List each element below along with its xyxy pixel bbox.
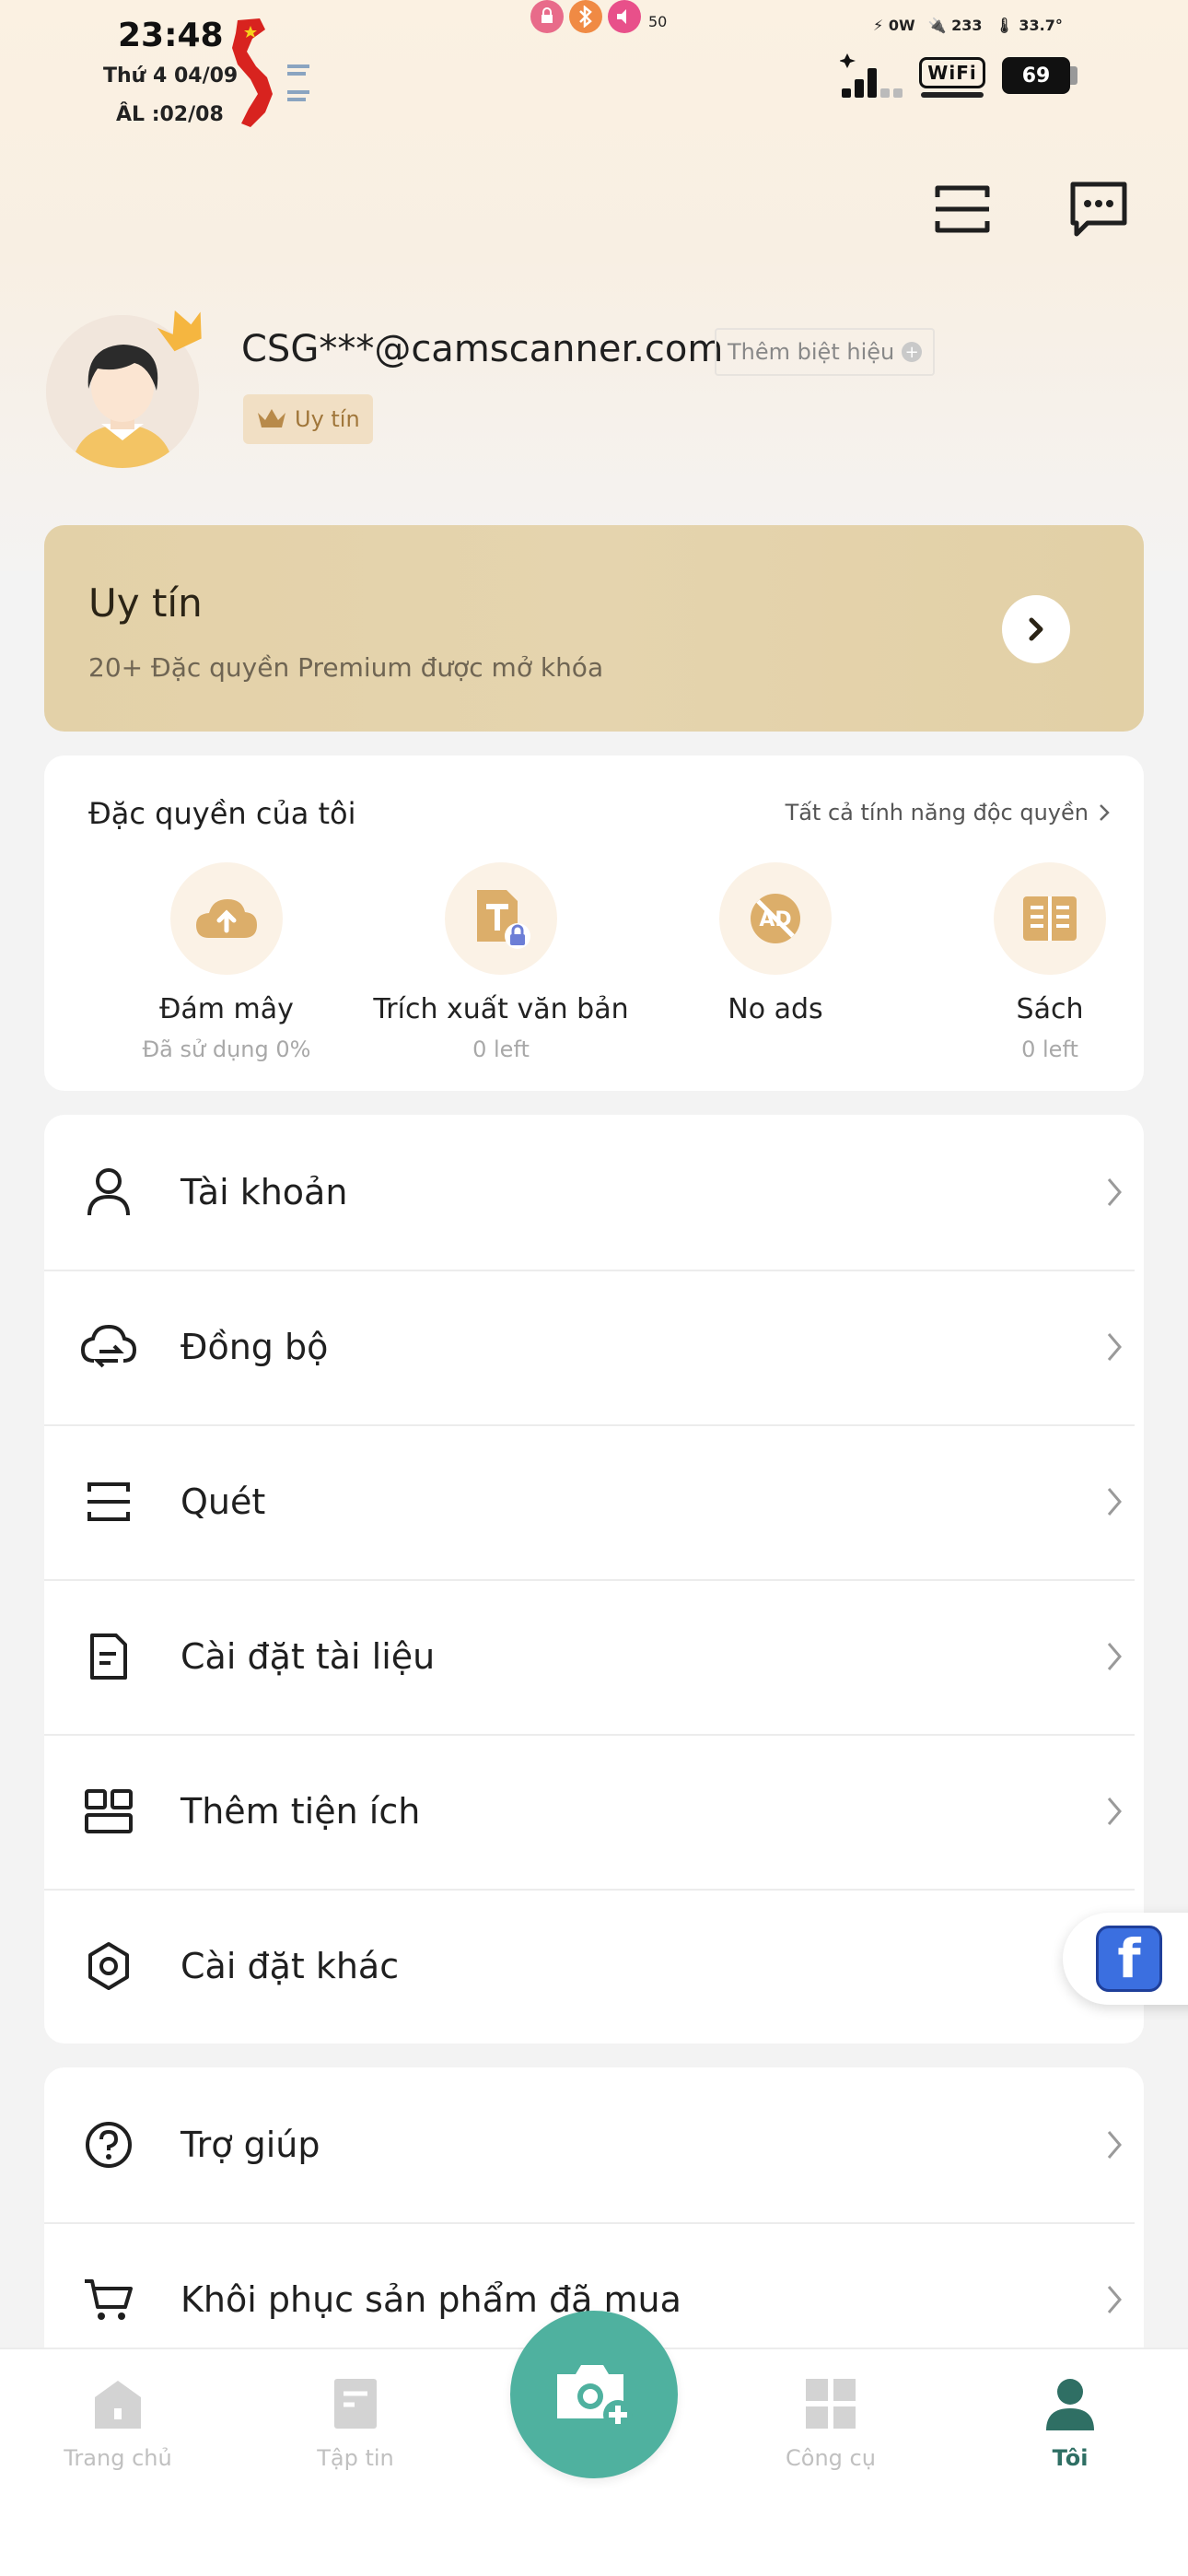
book-icon: [994, 862, 1106, 975]
tab-home[interactable]: Trang chủ: [26, 2377, 210, 2471]
privilege-text-extract[interactable]: Trích xuất văn bản 0 left: [363, 862, 639, 1062]
tab-files[interactable]: Tập tin: [263, 2377, 448, 2471]
menu-item-document-settings[interactable]: Cài đặt tài liệu: [44, 1579, 1144, 1734]
badge-label: Uy tín: [295, 406, 360, 432]
facebook-float-button[interactable]: f: [1063, 1913, 1188, 2005]
messages-button[interactable]: [1065, 175, 1133, 243]
settings-menu: Tài khoản Đồng bộ Quét Cài đặt tài liệu …: [44, 1115, 1144, 2043]
chevron-right-icon: [1096, 1483, 1133, 1520]
nickname-label: Thêm biệt hiệu: [728, 339, 895, 365]
privilege-no-ads[interactable]: AD No ads: [637, 862, 914, 1036]
wifi-indicator: WiFi: [919, 57, 985, 88]
battery-tip: [1070, 66, 1077, 85]
menu-item-other-settings[interactable]: Cài đặt khác: [44, 1889, 1144, 2043]
tab-me[interactable]: Tôi: [978, 2377, 1162, 2471]
chevron-right-icon: [1029, 617, 1043, 641]
status-lunar-date: ÂL :02/08: [116, 103, 224, 126]
message-icon: [1070, 181, 1127, 237]
facebook-icon: f: [1096, 1926, 1162, 1992]
menu-item-account[interactable]: Tài khoản: [44, 1115, 1144, 1270]
camera-capture-button[interactable]: [510, 2311, 678, 2478]
vietnam-map-icon: [232, 18, 273, 127]
chevron-right-icon: [1096, 1793, 1133, 1830]
chevron-right-icon: [1096, 2126, 1133, 2163]
status-time: 23:48: [118, 17, 224, 54]
signal-icon: [840, 53, 903, 98]
document-icon: [81, 1629, 136, 1684]
temperature-readout: 🌡 33.7°: [995, 17, 1063, 34]
status-bar: 23:48 Thứ 4 04/09 ÂL :02/08 50 ⚡ 0W 🔌 23…: [0, 0, 1188, 147]
status-badge: Uy tín: [243, 394, 373, 444]
chevron-right-icon: [1096, 1174, 1133, 1211]
battery-indicator: 69: [1002, 57, 1070, 94]
crown-badge-icon: [258, 409, 285, 427]
gear-icon: [81, 1938, 136, 1994]
status-power-info: ⚡ 0W 🔌 233 🌡 33.7°: [873, 17, 1063, 34]
tools-grid-icon: [806, 2379, 856, 2429]
account-email: CSG***@camscanner.com: [241, 328, 724, 370]
widgets-icon: [81, 1784, 136, 1839]
wifi-strength-bar: [921, 92, 984, 98]
menu-item-scan[interactable]: Quét: [44, 1424, 1144, 1579]
help-icon: [81, 2117, 136, 2172]
crown-icon: [157, 310, 202, 352]
chevron-right-icon: [1096, 1638, 1133, 1675]
chevron-right-icon: [1096, 1329, 1133, 1365]
volume-level: 50: [648, 12, 668, 30]
text-extract-icon: [445, 862, 557, 975]
volume-icon: [608, 0, 641, 33]
status-center-icons: 50: [530, 0, 667, 33]
lock-rotation-icon: [530, 0, 564, 33]
privileges-title: Đặc quyền của tôi: [88, 796, 356, 831]
all-features-link[interactable]: Tất cả tính năng độc quyền: [786, 800, 1111, 825]
scan-icon: [935, 185, 990, 233]
user-icon: [81, 1165, 136, 1220]
privileges-card: Đặc quyền của tôi Tất cả tính năng độc q…: [44, 755, 1144, 1091]
tab-tools[interactable]: Công cụ: [739, 2377, 923, 2471]
premium-title: Uy tín: [88, 580, 203, 626]
cloud-upload-icon: [170, 862, 283, 975]
power-readout: ⚡ 0W: [873, 17, 915, 34]
scan-button[interactable]: [928, 175, 996, 243]
cart-icon: [81, 2272, 136, 2327]
scan-icon: [81, 1474, 136, 1529]
menu-item-widgets[interactable]: Thêm tiện ích: [44, 1734, 1144, 1889]
island-marks-icon: [287, 64, 309, 101]
no-ads-icon: AD: [719, 862, 832, 975]
bluetooth-icon: [569, 0, 602, 33]
cloud-sync-icon: [81, 1319, 136, 1375]
files-icon: [334, 2379, 377, 2429]
add-nickname-button[interactable]: Thêm biệt hiệu +: [715, 328, 936, 376]
premium-card[interactable]: Uy tín 20+ Đặc quyền Premium được mở khó…: [44, 525, 1144, 732]
menu-item-sync[interactable]: Đồng bộ: [44, 1270, 1144, 1424]
menu-item-help[interactable]: Trợ giúp: [44, 2067, 1144, 2222]
privilege-cloud[interactable]: Đám mây Đã sử dụng 0%: [88, 862, 365, 1062]
chevron-right-icon: [1100, 804, 1110, 821]
plus-icon: +: [902, 342, 923, 362]
premium-arrow-button[interactable]: [1002, 595, 1070, 663]
chevron-right-icon: [1096, 2281, 1133, 2318]
home-icon: [95, 2381, 141, 2429]
profile-icon: [1046, 2379, 1094, 2430]
status-date: Thứ 4 04/09: [103, 64, 239, 88]
help-menu: Trợ giúp Khôi phục sản phẩm đã mua: [44, 2067, 1144, 2348]
premium-subtitle: 20+ Đặc quyền Premium được mở khóa: [88, 652, 604, 683]
privilege-books[interactable]: Sách 0 left: [912, 862, 1188, 1062]
camera-add-icon: [557, 2365, 633, 2430]
charge-readout: 🔌 233: [927, 17, 983, 34]
